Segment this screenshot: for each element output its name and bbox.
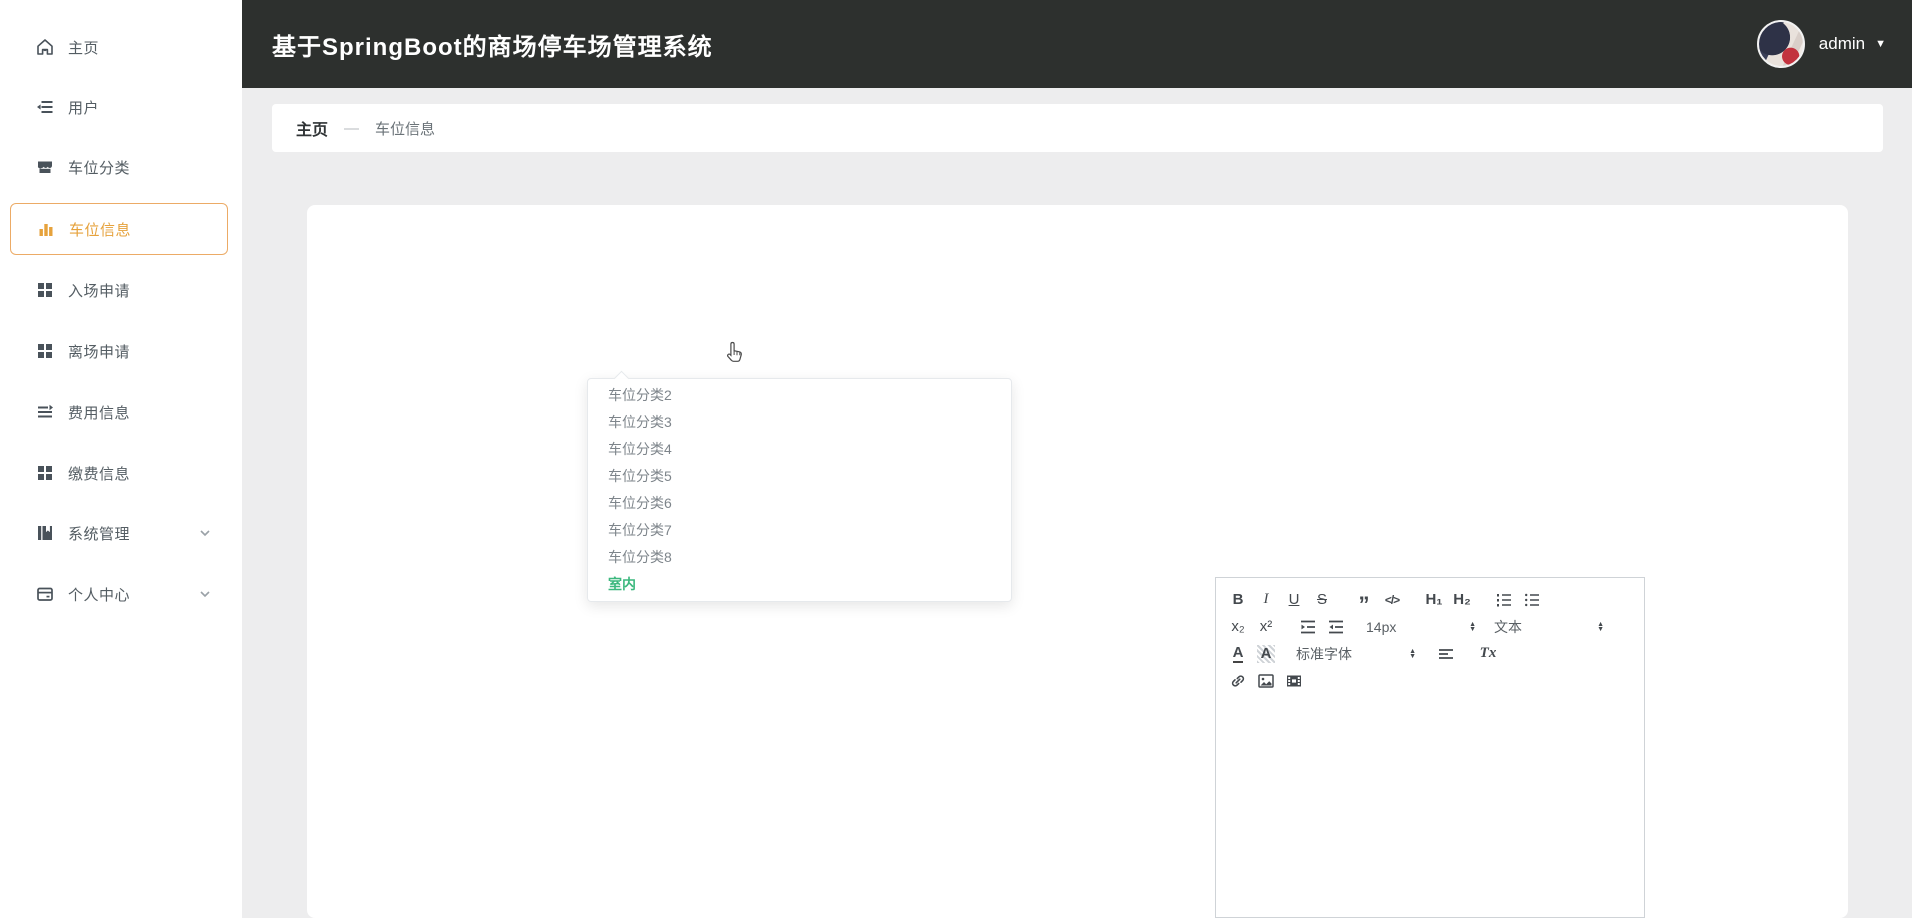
dropdown-option-selected[interactable]: 室内 <box>588 571 1011 598</box>
editor-toolbar: B I U S ” </> H₁ H₂ x₂ x² <box>1215 577 1645 703</box>
book-icon <box>34 522 56 544</box>
text-style-value: 文本 <box>1494 617 1522 637</box>
breadcrumb-separator: — <box>344 120 359 137</box>
font-family-value: 标准字体 <box>1296 644 1352 664</box>
sidebar-item-personal-center[interactable]: 个人中心 <box>0 564 242 624</box>
sidebar-item-label: 主页 <box>68 37 99 58</box>
sidebar-item-label: 离场申请 <box>68 341 130 362</box>
code-block-button[interactable]: </> <box>1380 588 1404 612</box>
dropdown-option[interactable]: 车位分类4 <box>588 436 1011 463</box>
breadcrumb: 主页 — 车位信息 <box>272 104 1883 152</box>
sidebar-item-system-manage[interactable]: 系统管理 <box>0 503 242 563</box>
align-button[interactable] <box>1434 642 1458 666</box>
sidebar-item-label: 系统管理 <box>68 523 130 544</box>
avatar <box>1757 20 1805 68</box>
grid-icon <box>34 279 56 301</box>
font-size-value: 14px <box>1366 619 1396 635</box>
sidebar-item-label: 费用信息 <box>68 402 130 423</box>
username: admin <box>1819 34 1865 54</box>
page-title: 基于SpringBoot的商场停车场管理系统 <box>272 27 713 62</box>
category-dropdown-panel: 车位分类2 车位分类3 车位分类4 车位分类5 车位分类6 车位分类7 车位分类… <box>587 378 1012 602</box>
app-root: 主页 用户 车位分类 车位信息 入场申请 <box>0 0 1912 918</box>
breadcrumb-current: 车位信息 <box>375 118 435 139</box>
bold-button[interactable]: B <box>1226 588 1250 612</box>
sidebar-item-label: 车位信息 <box>69 219 131 240</box>
grid-icon <box>34 340 56 362</box>
sidebar-item-label: 车位分类 <box>68 157 130 178</box>
picker-arrows-icon: ▲▼ <box>1469 622 1476 632</box>
background-color-button[interactable]: A <box>1254 642 1278 666</box>
chevron-down-icon <box>198 526 212 540</box>
text-color-button[interactable]: A <box>1226 642 1250 666</box>
sidebar-item-label: 用户 <box>68 97 99 118</box>
list-arrow-icon <box>34 401 56 423</box>
dropdown-option[interactable]: 车位分类7 <box>588 517 1011 544</box>
clean-format-button[interactable]: Tx <box>1476 642 1500 666</box>
underline-button[interactable]: U <box>1282 588 1306 612</box>
sidebar-item-label: 个人中心 <box>68 584 130 605</box>
dropdown-option[interactable]: 车位分类5 <box>588 463 1011 490</box>
sidebar: 主页 用户 车位分类 车位信息 入场申请 <box>0 0 242 918</box>
video-button[interactable] <box>1282 669 1306 693</box>
sidebar-item-entry-apply[interactable]: 入场申请 <box>0 260 242 320</box>
sidebar-item-parking-info[interactable]: 车位信息 <box>10 203 228 255</box>
font-family-picker[interactable]: 标准字体 ▲▼ <box>1296 644 1416 664</box>
sidebar-item-exit-apply[interactable]: 离场申请 <box>0 321 242 381</box>
chevron-down-icon <box>198 587 212 601</box>
header: 基于SpringBoot的商场停车场管理系统 admin ▼ <box>242 0 1912 88</box>
user-dropdown-caret-icon: ▼ <box>1875 38 1886 50</box>
sidebar-item-payment-info[interactable]: 缴费信息 <box>0 443 242 503</box>
text-style-picker[interactable]: 文本 ▲▼ <box>1494 617 1604 637</box>
picker-arrows-icon: ▲▼ <box>1597 622 1604 632</box>
bar-chart-icon <box>35 218 57 240</box>
sidebar-item-fee-info[interactable]: 费用信息 <box>0 382 242 442</box>
shop-icon <box>34 156 56 178</box>
dropdown-option[interactable]: 车位分类2 <box>588 382 1011 409</box>
ordered-list-button[interactable] <box>1492 588 1516 612</box>
sidebar-item-label: 入场申请 <box>68 280 130 301</box>
indent-button[interactable] <box>1324 615 1348 639</box>
bullet-list-button[interactable] <box>1520 588 1544 612</box>
sidebar-item-home[interactable]: 主页 <box>0 17 242 77</box>
font-size-picker[interactable]: 14px ▲▼ <box>1366 619 1476 635</box>
strike-button[interactable]: S <box>1310 588 1334 612</box>
card-icon <box>34 583 56 605</box>
link-button[interactable] <box>1226 669 1250 693</box>
user-menu[interactable]: admin ▼ <box>1757 0 1886 88</box>
editor-content-area[interactable] <box>1215 702 1645 918</box>
grid-icon <box>34 462 56 484</box>
dropdown-option[interactable]: 车位分类6 <box>588 490 1011 517</box>
subscript-button[interactable]: x₂ <box>1226 615 1250 639</box>
list-indent-icon <box>34 96 56 118</box>
sidebar-item-users[interactable]: 用户 <box>0 77 242 137</box>
italic-button[interactable]: I <box>1254 588 1278 612</box>
header1-button[interactable]: H₁ <box>1422 588 1446 612</box>
picker-arrows-icon: ▲▼ <box>1409 649 1416 659</box>
dropdown-option[interactable]: 车位分类8 <box>588 544 1011 571</box>
dropdown-option[interactable]: 车位分类3 <box>588 409 1011 436</box>
blockquote-button[interactable]: ” <box>1352 583 1376 617</box>
home-icon <box>34 36 56 58</box>
breadcrumb-home[interactable]: 主页 <box>296 116 328 140</box>
superscript-button[interactable]: x² <box>1254 615 1278 639</box>
outdent-button[interactable] <box>1296 615 1320 639</box>
sidebar-item-label: 缴费信息 <box>68 463 130 484</box>
sidebar-item-category[interactable]: 车位分类 <box>0 137 242 197</box>
image-button[interactable] <box>1254 669 1278 693</box>
header2-button[interactable]: H₂ <box>1450 588 1474 612</box>
